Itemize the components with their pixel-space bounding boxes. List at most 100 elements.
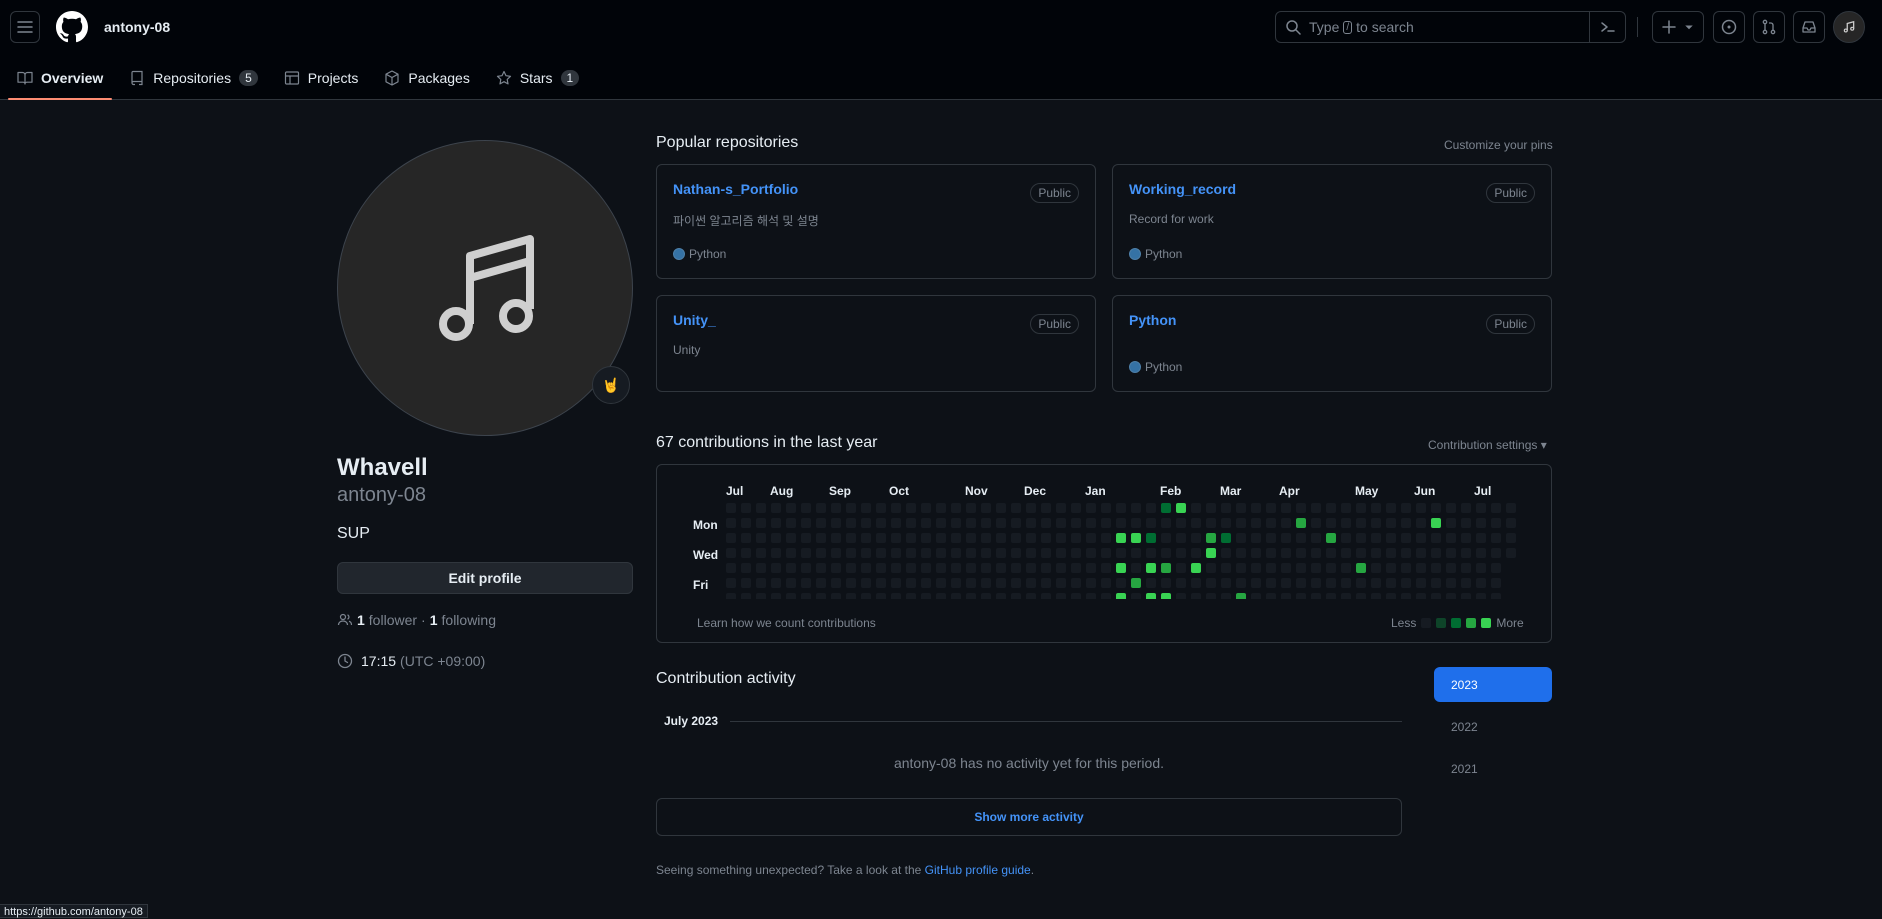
contribution-day-cell[interactable] — [741, 578, 751, 588]
contribution-day-cell[interactable] — [936, 593, 946, 599]
contribution-day-cell[interactable] — [1101, 503, 1111, 513]
contribution-day-cell[interactable] — [801, 548, 811, 558]
contribution-day-cell[interactable] — [1071, 518, 1081, 528]
contribution-day-cell[interactable] — [981, 563, 991, 573]
contribution-day-cell[interactable] — [1371, 563, 1381, 573]
contribution-day-cell[interactable] — [1371, 533, 1381, 543]
contribution-day-cell[interactable] — [1176, 578, 1186, 588]
contribution-day-cell[interactable] — [1506, 518, 1516, 528]
contribution-day-cell[interactable] — [1221, 503, 1231, 513]
contribution-day-cell[interactable] — [1056, 593, 1066, 599]
contribution-day-cell[interactable] — [1386, 578, 1396, 588]
contribution-day-cell[interactable] — [936, 533, 946, 543]
contribution-day-cell[interactable] — [1176, 548, 1186, 558]
contribution-day-cell[interactable] — [786, 533, 796, 543]
contribution-day-cell[interactable] — [1386, 563, 1396, 573]
contribution-day-cell[interactable] — [1236, 503, 1246, 513]
tab-stars[interactable]: Stars 1 — [487, 56, 588, 100]
contribution-day-cell[interactable] — [1236, 593, 1246, 599]
contribution-day-cell[interactable] — [786, 563, 796, 573]
contribution-day-cell[interactable] — [876, 518, 886, 528]
contribution-day-cell[interactable] — [966, 548, 976, 558]
contribution-day-cell[interactable] — [1401, 593, 1411, 599]
contribution-day-cell[interactable] — [861, 578, 871, 588]
contribution-day-cell[interactable] — [1431, 548, 1441, 558]
contribution-day-cell[interactable] — [921, 548, 931, 558]
contribution-day-cell[interactable] — [1071, 563, 1081, 573]
contribution-day-cell[interactable] — [1266, 593, 1276, 599]
contribution-day-cell[interactable] — [951, 548, 961, 558]
contribution-day-cell[interactable] — [1191, 503, 1201, 513]
contribution-day-cell[interactable] — [1446, 503, 1456, 513]
contribution-day-cell[interactable] — [1116, 503, 1126, 513]
contribution-day-cell[interactable] — [1281, 533, 1291, 543]
contribution-day-cell[interactable] — [1236, 578, 1246, 588]
contribution-day-cell[interactable] — [1131, 503, 1141, 513]
contribution-day-cell[interactable] — [801, 578, 811, 588]
contribution-day-cell[interactable] — [1116, 533, 1126, 543]
contribution-day-cell[interactable] — [1431, 578, 1441, 588]
contribution-day-cell[interactable] — [876, 563, 886, 573]
contribution-day-cell[interactable] — [1476, 563, 1486, 573]
contribution-day-cell[interactable] — [876, 503, 886, 513]
contribution-day-cell[interactable] — [846, 563, 856, 573]
contribution-day-cell[interactable] — [1401, 578, 1411, 588]
contribution-day-cell[interactable] — [1221, 548, 1231, 558]
contribution-day-cell[interactable] — [1371, 593, 1381, 599]
contribution-day-cell[interactable] — [1416, 548, 1426, 558]
contribution-day-cell[interactable] — [1296, 533, 1306, 543]
contribution-day-cell[interactable] — [966, 593, 976, 599]
contribution-day-cell[interactable] — [1251, 518, 1261, 528]
contribution-day-cell[interactable] — [1011, 563, 1021, 573]
contribution-day-cell[interactable] — [1416, 563, 1426, 573]
contribution-day-cell[interactable] — [756, 563, 766, 573]
contribution-day-cell[interactable] — [906, 533, 916, 543]
contribution-day-cell[interactable] — [1191, 518, 1201, 528]
contribution-day-cell[interactable] — [1086, 533, 1096, 543]
contribution-day-cell[interactable] — [1491, 548, 1501, 558]
contribution-day-cell[interactable] — [1311, 533, 1321, 543]
contribution-day-cell[interactable] — [1011, 578, 1021, 588]
contribution-day-cell[interactable] — [1236, 533, 1246, 543]
contribution-day-cell[interactable] — [906, 593, 916, 599]
contribution-day-cell[interactable] — [981, 593, 991, 599]
followers-link[interactable]: 1 follower — [357, 612, 417, 628]
contribution-day-cell[interactable] — [1071, 593, 1081, 599]
contribution-day-cell[interactable] — [996, 563, 1006, 573]
contribution-day-cell[interactable] — [1176, 563, 1186, 573]
contribution-day-cell[interactable] — [1311, 563, 1321, 573]
contribution-day-cell[interactable] — [1326, 593, 1336, 599]
contribution-day-cell[interactable] — [1236, 518, 1246, 528]
contribution-day-cell[interactable] — [726, 503, 736, 513]
contribution-day-cell[interactable] — [1461, 533, 1471, 543]
contribution-day-cell[interactable] — [1371, 518, 1381, 528]
contribution-day-cell[interactable] — [1116, 593, 1126, 599]
contribution-day-cell[interactable] — [1221, 593, 1231, 599]
contribution-day-cell[interactable] — [1446, 563, 1456, 573]
contribution-day-cell[interactable] — [1251, 593, 1261, 599]
contribution-day-cell[interactable] — [1206, 578, 1216, 588]
contribution-day-cell[interactable] — [1086, 503, 1096, 513]
contribution-day-cell[interactable] — [966, 563, 976, 573]
tab-packages[interactable]: Packages — [375, 56, 478, 100]
contribution-day-cell[interactable] — [831, 518, 841, 528]
contribution-day-cell[interactable] — [741, 518, 751, 528]
contribution-day-cell[interactable] — [1461, 548, 1471, 558]
contribution-day-cell[interactable] — [861, 503, 871, 513]
contribution-day-cell[interactable] — [1011, 503, 1021, 513]
contribution-day-cell[interactable] — [936, 548, 946, 558]
following-link[interactable]: 1 following — [430, 612, 496, 628]
contribution-day-cell[interactable] — [1191, 533, 1201, 543]
contribution-day-cell[interactable] — [996, 503, 1006, 513]
contribution-day-cell[interactable] — [996, 548, 1006, 558]
contribution-day-cell[interactable] — [1206, 518, 1216, 528]
contribution-day-cell[interactable] — [1161, 533, 1171, 543]
contribution-day-cell[interactable] — [906, 548, 916, 558]
contribution-day-cell[interactable] — [816, 578, 826, 588]
contribution-day-cell[interactable] — [1416, 518, 1426, 528]
contribution-day-cell[interactable] — [1041, 563, 1051, 573]
contribution-day-cell[interactable] — [1281, 503, 1291, 513]
contribution-day-cell[interactable] — [1341, 533, 1351, 543]
contribution-day-cell[interactable] — [816, 563, 826, 573]
contribution-day-cell[interactable] — [1086, 548, 1096, 558]
